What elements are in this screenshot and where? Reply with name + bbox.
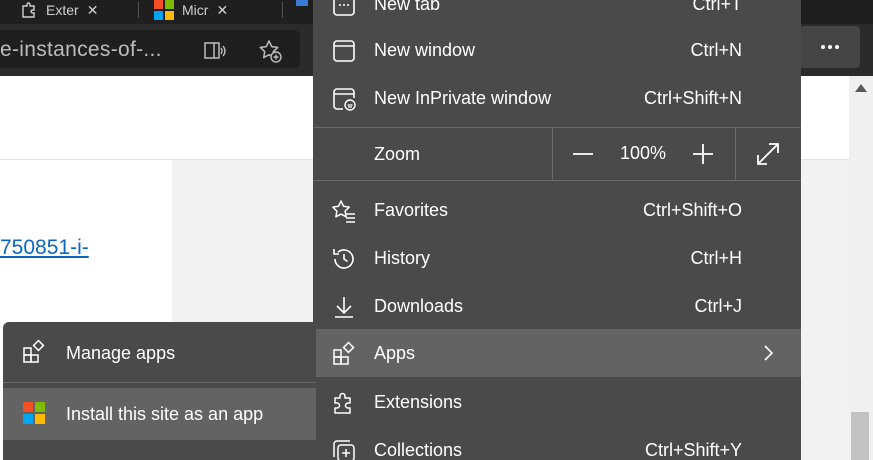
tab-label: Exter — [46, 2, 79, 18]
submenu-item-manage-apps[interactable]: Manage apps — [3, 327, 316, 379]
settings-menu: New tab Ctrl+T New window Ctrl+N New InP… — [313, 0, 801, 460]
zoom-in-icon[interactable] — [689, 140, 717, 168]
new-tab-icon — [333, 0, 355, 16]
apps-submenu: Manage apps Install this site as an app — [3, 322, 316, 460]
menu-item-label: Extensions — [374, 391, 463, 412]
address-bar[interactable]: e-instances-of-... — [0, 30, 300, 68]
page-link[interactable]: 750851-i- — [0, 236, 89, 260]
history-icon — [333, 249, 354, 269]
menu-item-label: New window — [374, 39, 476, 60]
tab-favicon[interactable] — [296, 0, 308, 6]
tab-separator — [138, 2, 139, 18]
extensions-icon — [334, 392, 351, 414]
inprivate-window-icon — [333, 88, 356, 111]
url-text[interactable]: e-instances-of-... — [0, 38, 162, 62]
submenu-item-install-site[interactable]: Install this site as an app — [3, 388, 316, 440]
zoom-separator — [552, 128, 553, 180]
favorites-icon — [332, 200, 355, 223]
submenu-item-label: Manage apps — [66, 343, 176, 363]
menu-item-extensions[interactable]: Extensions — [313, 378, 801, 426]
new-window-icon — [333, 40, 355, 62]
close-tab-icon[interactable]: ✕ — [87, 2, 99, 19]
apps-icon — [23, 339, 45, 363]
menu-item-shortcut: Ctrl+J — [694, 295, 742, 316]
menu-item-shortcut: Ctrl+Shift+N — [643, 87, 742, 108]
puzzle-icon — [22, 2, 35, 18]
apps-icon — [333, 341, 355, 365]
menu-item-new-tab[interactable]: New tab Ctrl+T — [313, 0, 801, 28]
microsoft-logo-icon — [154, 0, 174, 20]
zoom-separator — [735, 128, 736, 180]
menu-item-new-inprivate-window[interactable]: New InPrivate window Ctrl+Shift+N — [313, 74, 801, 122]
zoom-out-icon[interactable] — [569, 140, 597, 168]
menu-item-apps[interactable]: Apps — [313, 329, 801, 377]
menu-item-label: Collections — [374, 439, 463, 460]
more-horizontal-icon — [821, 45, 839, 49]
menu-item-label: Downloads — [374, 295, 464, 316]
menu-item-label: History — [374, 247, 431, 268]
zoom-label: Zoom — [374, 144, 421, 164]
menu-divider — [3, 382, 316, 383]
chevron-right-icon — [764, 345, 774, 361]
menu-item-label: Favorites — [374, 199, 449, 220]
window-control-icon[interactable]: ⌒ — [828, 0, 842, 12]
full-screen-icon[interactable] — [754, 140, 782, 168]
close-tab-icon[interactable]: ✕ — [216, 2, 228, 19]
menu-item-label: Apps — [374, 342, 416, 363]
menu-item-new-window[interactable]: New window Ctrl+N — [313, 26, 801, 74]
menu-item-shortcut: Ctrl+H — [690, 247, 742, 268]
menu-item-shortcut: Ctrl+Shift+O — [642, 199, 742, 220]
browser-tab[interactable]: Exter ✕ — [20, 0, 98, 20]
menu-item-history[interactable]: History Ctrl+H — [313, 234, 801, 282]
read-aloud-icon[interactable] — [203, 39, 227, 63]
menu-item-shortcut: Ctrl+Shift+Y — [644, 439, 742, 460]
menu-item-label: New InPrivate window — [374, 87, 552, 108]
menu-item-favorites[interactable]: Favorites Ctrl+Shift+O — [313, 186, 801, 234]
scroll-thumb[interactable] — [851, 412, 869, 460]
submenu-item-label: Install this site as an app — [66, 404, 264, 424]
menu-item-downloads[interactable]: Downloads Ctrl+J — [313, 282, 801, 330]
tab-separator — [282, 2, 283, 18]
tab-label: Micr — [182, 2, 209, 18]
downloads-icon — [335, 297, 353, 318]
menu-item-shortcut: Ctrl+T — [692, 0, 743, 14]
vertical-scrollbar[interactable] — [849, 76, 873, 460]
zoom-level: 100% — [620, 143, 667, 163]
browser-tab[interactable]: Micr ✕ — [154, 0, 228, 20]
microsoft-logo-icon — [23, 402, 45, 424]
scroll-up-icon[interactable] — [855, 84, 867, 92]
menu-item-shortcut: Ctrl+N — [690, 39, 742, 60]
add-favorite-icon[interactable] — [258, 39, 282, 63]
menu-divider — [313, 180, 801, 181]
settings-and-more-button[interactable] — [800, 26, 860, 68]
menu-item-label: New tab — [374, 0, 441, 14]
zoom-controls: Zoom 100% — [313, 128, 801, 180]
menu-item-collections[interactable]: Collections Ctrl+Shift+Y — [313, 426, 801, 460]
collections-icon — [333, 440, 355, 460]
